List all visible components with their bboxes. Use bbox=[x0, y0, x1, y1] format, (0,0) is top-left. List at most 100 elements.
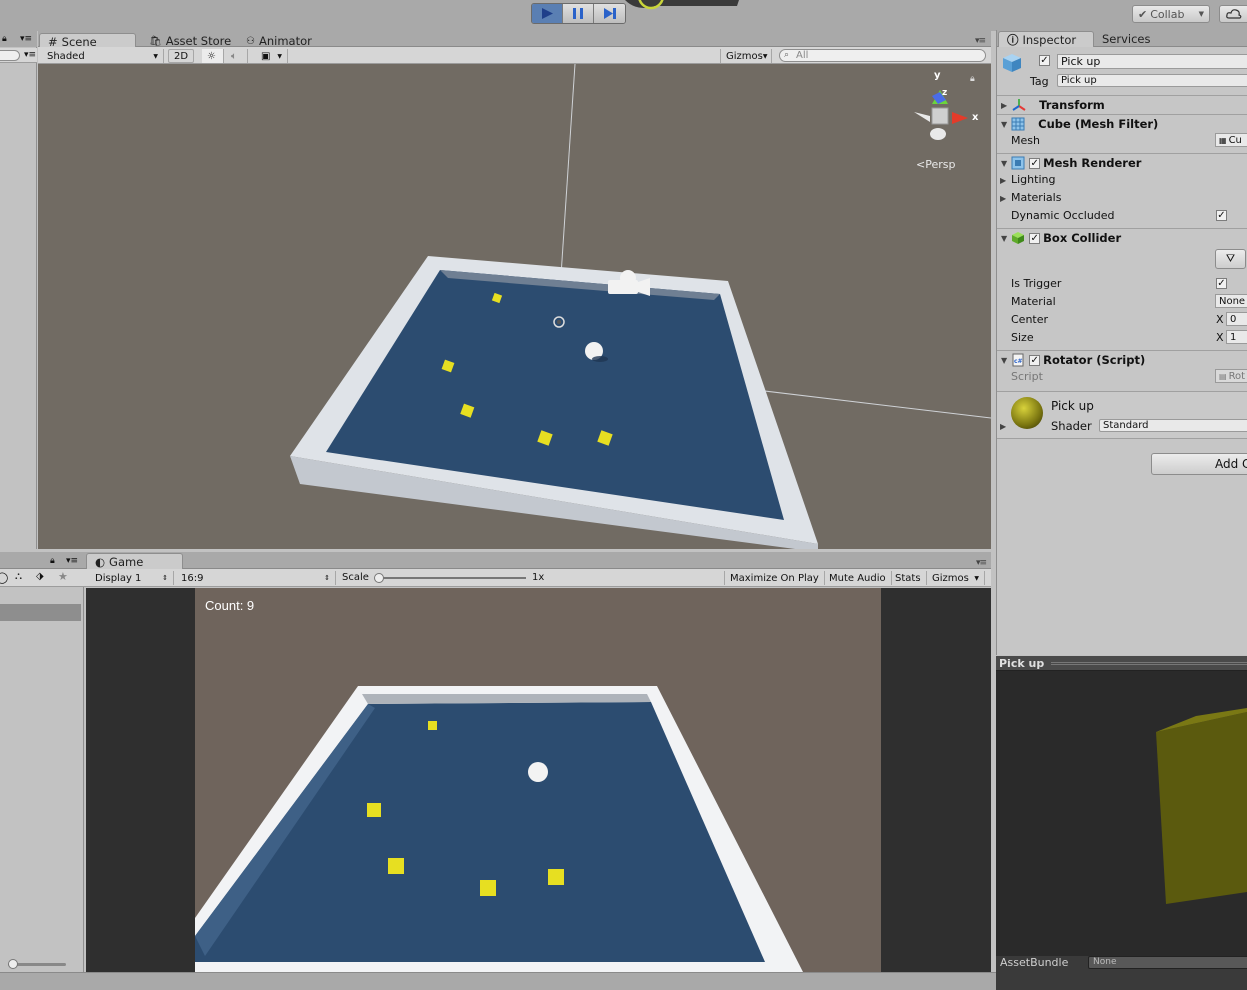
object-name-value: Pick up bbox=[1061, 55, 1101, 68]
stats-toggle[interactable]: Stats bbox=[890, 571, 927, 585]
pickup-cube[interactable] bbox=[428, 721, 437, 730]
pickup-cube[interactable] bbox=[367, 803, 381, 817]
scale-slider[interactable] bbox=[378, 577, 526, 579]
materials-foldout[interactable]: Materials bbox=[1011, 191, 1061, 204]
mute-audio-toggle[interactable]: Mute Audio bbox=[824, 571, 892, 585]
object-active-checkbox[interactable]: ✓ bbox=[1039, 55, 1050, 66]
panel-menu-icon[interactable]: ▾≡ bbox=[66, 556, 78, 566]
gizmos-dropdown[interactable]: Gizmos ▼ bbox=[720, 49, 772, 63]
collab-button[interactable]: ✔ Collab ▼ bbox=[1132, 5, 1210, 23]
play-button[interactable] bbox=[532, 4, 563, 23]
tab-inspector[interactable]: ⓘ Inspector bbox=[998, 31, 1094, 47]
mesh-renderer-enabled-checkbox[interactable]: ✓ bbox=[1029, 157, 1041, 169]
material-label: Material bbox=[1011, 295, 1056, 308]
physic-material-field[interactable]: None bbox=[1215, 294, 1247, 308]
animator-icon: ⚇ bbox=[246, 35, 255, 47]
foldout-arrow-icon[interactable]: ▼ bbox=[1001, 234, 1007, 243]
hierarchy-panel: 🔒︎ ▾≡ ▾≡ bbox=[0, 31, 37, 549]
sun-icon: ☼ bbox=[207, 50, 216, 62]
foldout-arrow-icon[interactable]: ▶ bbox=[1000, 422, 1006, 431]
center-label: Center bbox=[1011, 313, 1049, 326]
center-x-label: X bbox=[1216, 313, 1224, 326]
toggle-2d-button[interactable]: 2D bbox=[168, 49, 194, 63]
component-mesh-renderer[interactable]: ▼ ✓ Mesh Renderer bbox=[997, 153, 1247, 172]
tab-label: Asset Store bbox=[165, 34, 232, 48]
rotator-enabled-checkbox[interactable]: ✓ bbox=[1029, 354, 1041, 366]
filter-type-icon[interactable]: ⛬ bbox=[15, 571, 22, 582]
size-x-field[interactable]: 1 bbox=[1226, 330, 1247, 344]
panel-menu-icon[interactable]: ▾≡ bbox=[24, 50, 36, 60]
tag-icon[interactable]: ⬗ bbox=[36, 571, 44, 582]
foldout-arrow-icon[interactable]: ▼ bbox=[1001, 120, 1007, 129]
component-box-collider[interactable]: ▼ ✓ Box Collider bbox=[997, 228, 1247, 247]
box-collider-enabled-checkbox[interactable]: ✓ bbox=[1029, 232, 1041, 244]
center-x-field[interactable]: 0 bbox=[1226, 312, 1247, 326]
project-selected-row[interactable] bbox=[0, 604, 81, 621]
tab-game[interactable]: ◐ Game bbox=[86, 553, 183, 569]
scale-label: Scale bbox=[342, 572, 369, 583]
player-ball[interactable] bbox=[528, 762, 548, 782]
neg-x-axis-cone[interactable] bbox=[914, 112, 930, 122]
star-icon[interactable]: ★ bbox=[58, 570, 68, 583]
assetbundle-dropdown[interactable]: None bbox=[1088, 956, 1247, 969]
toggle-2d-label: 2D bbox=[174, 50, 189, 62]
preview-drag-handle[interactable] bbox=[1051, 662, 1247, 665]
cloud-icon bbox=[1226, 9, 1242, 19]
chevron-down-icon: ▼ bbox=[762, 52, 768, 60]
pickup-cube[interactable] bbox=[548, 869, 564, 885]
lock-icon[interactable]: 🔒︎ bbox=[50, 556, 55, 566]
foldout-arrow-icon[interactable]: ▶ bbox=[1000, 194, 1006, 203]
script-field[interactable]: ▤ Rot bbox=[1215, 369, 1247, 383]
cloud-button[interactable] bbox=[1219, 5, 1247, 23]
pause-button[interactable] bbox=[563, 4, 594, 23]
component-rotator-script[interactable]: ▼ c# ✓ Rotator (Script) bbox=[997, 350, 1247, 369]
lighting-foldout[interactable]: Lighting bbox=[1011, 173, 1055, 186]
component-transform[interactable]: ▶ Transform bbox=[997, 95, 1247, 114]
dynamic-occluded-checkbox[interactable]: ✓ bbox=[1216, 210, 1227, 221]
shader-dropdown[interactable]: Standard bbox=[1099, 419, 1247, 432]
scene-search-input[interactable]: ⌕ All bbox=[779, 49, 986, 62]
lock-icon[interactable]: 🔒︎ bbox=[2, 34, 7, 44]
gizmo-center-cube[interactable] bbox=[931, 107, 949, 125]
foldout-arrow-icon[interactable]: ▶ bbox=[1001, 101, 1007, 110]
effects-dropdown[interactable]: ▣ ▼ bbox=[256, 49, 288, 63]
is-trigger-checkbox[interactable]: ✓ bbox=[1216, 278, 1227, 289]
material-preview-sphere bbox=[1011, 397, 1043, 429]
object-name-field[interactable]: Pick up bbox=[1057, 54, 1247, 69]
panel-menu-icon[interactable]: ▾≡ bbox=[975, 36, 987, 46]
lighting-toggle[interactable]: ☼ bbox=[202, 49, 224, 63]
game-viewport[interactable]: Count: 9 bbox=[195, 588, 881, 972]
foldout-arrow-icon[interactable]: ▼ bbox=[1001, 356, 1007, 365]
lock-icon[interactable]: 🔒︎ bbox=[970, 74, 975, 84]
panel-menu-icon[interactable]: ▾≡ bbox=[20, 34, 32, 44]
project-zoom-thumb[interactable] bbox=[8, 959, 18, 969]
add-component-button[interactable]: Add C bbox=[1151, 453, 1247, 475]
tag-dropdown[interactable]: Pick up bbox=[1057, 74, 1247, 87]
edit-collider-button[interactable]: ⛛ bbox=[1215, 249, 1246, 269]
maximize-on-play-toggle[interactable]: Maximize On Play bbox=[724, 571, 825, 585]
scene-viewport[interactable]: y x z 🔒︎ <Persp bbox=[38, 64, 991, 549]
pickup-cube[interactable] bbox=[480, 880, 496, 896]
projection-toggle[interactable]: <Persp bbox=[916, 158, 955, 171]
foldout-arrow-icon[interactable]: ▶ bbox=[1000, 176, 1006, 185]
component-mesh-filter[interactable]: ▼ Cube (Mesh Filter) bbox=[997, 114, 1247, 133]
neg-y-axis-cone[interactable] bbox=[930, 128, 946, 140]
panel-menu-icon[interactable]: ▾≡ bbox=[976, 558, 988, 568]
mesh-field[interactable]: ▦ Cu bbox=[1215, 133, 1247, 147]
preview-header[interactable]: Pick up bbox=[996, 656, 1247, 671]
component-title: Rotator (Script) bbox=[1043, 353, 1146, 367]
tab-services[interactable]: Services bbox=[1094, 31, 1159, 47]
hierarchy-search-input[interactable] bbox=[0, 50, 20, 61]
x-axis-cone[interactable] bbox=[952, 112, 968, 124]
game-gizmos-dropdown[interactable]: Gizmos ▼ bbox=[927, 571, 985, 585]
aspect-dropdown[interactable]: 16:9 ⇕ bbox=[176, 571, 336, 585]
display-dropdown[interactable]: Display 1 ⇕ bbox=[90, 571, 174, 585]
step-button[interactable] bbox=[594, 4, 625, 23]
foldout-arrow-icon[interactable]: ▼ bbox=[1001, 159, 1007, 168]
shading-mode-dropdown[interactable]: Shaded ▼ bbox=[42, 49, 164, 63]
audio-toggle[interactable]: 🔈︎ bbox=[226, 49, 248, 63]
scale-slider-thumb[interactable] bbox=[374, 573, 384, 583]
dynamic-occluded-label: Dynamic Occluded bbox=[1011, 209, 1115, 222]
search-icon[interactable]: ◯ bbox=[0, 571, 8, 584]
pickup-cube[interactable] bbox=[388, 858, 404, 874]
